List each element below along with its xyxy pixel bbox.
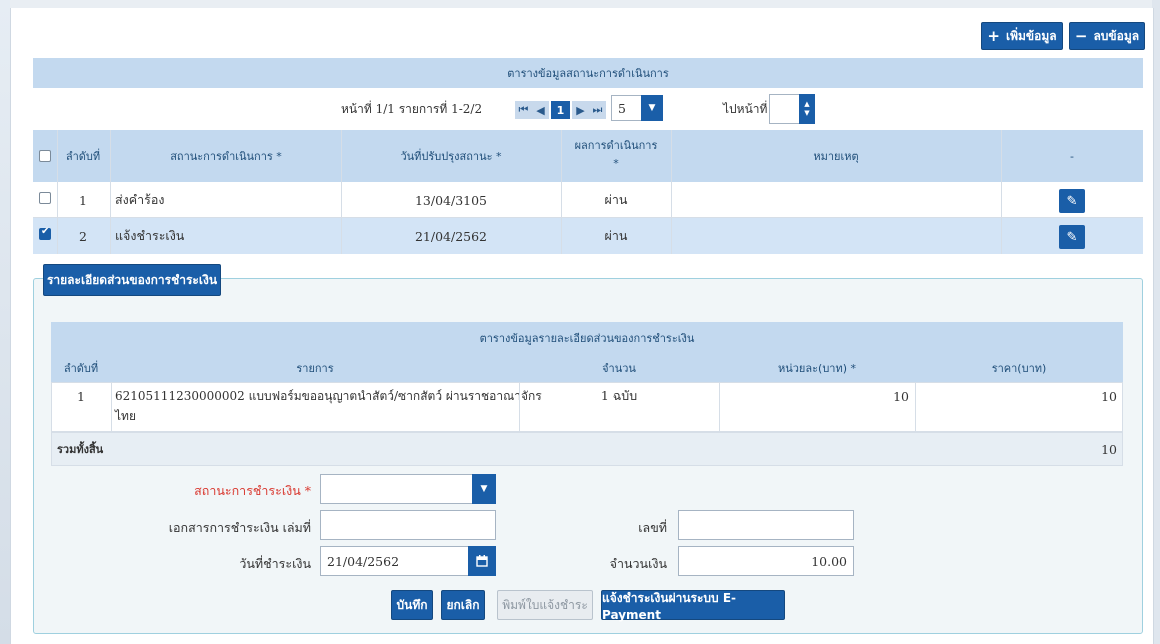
col-header-status: สถานะการดำเนินการ * [170,150,282,163]
total-value: 10 [1101,441,1117,457]
pay-row-price: 10 [1101,388,1117,404]
left-background-strip [0,0,10,644]
doc-book-label: เอกสารการชำระเงิน เล่มที่ [168,520,311,535]
grid-line [111,382,112,432]
row-checkbox[interactable] [39,192,51,204]
prev-page-button[interactable]: ◀ [532,101,549,119]
grid-line [671,130,672,254]
col-header-result: ผลการดำเนินการ [574,139,658,152]
payment-table-title: ตารางข้อมูลรายละเอียดส่วนของการชำระเงิน [51,322,1123,354]
payment-date-input[interactable]: 21/04/2562 [320,546,496,576]
plus-icon: + [987,27,1000,45]
check-icon: ✔ [41,226,50,237]
first-page-button[interactable]: ⏮ [515,101,532,119]
epayment-button[interactable]: แจ้งชำระเงินผ่านระบบ E-Payment [601,590,785,622]
edit-button[interactable]: ✎ [1059,189,1085,213]
save-button[interactable]: บันทึก [391,590,433,620]
grid-line [519,382,520,432]
spinner-icon: ▲ ▼ [799,94,815,124]
pay-col-price: ราคา(บาท) [991,362,1047,375]
pay-col-item: รายการ [296,362,334,375]
cancel-button[interactable]: ยกเลิก [441,590,485,620]
doc-book-input[interactable] [320,510,496,540]
row-date: 13/04/3105 [414,192,488,208]
doc-number-label: เลขที่ [638,520,667,535]
row-no: 1 [79,192,87,208]
grid-line [341,130,342,254]
total-label: รวมทั้งสิ้น [57,443,104,456]
pay-col-no: ลำดับที่ [63,362,99,375]
payment-date-label: วันที่ชำระเงิน [239,556,311,571]
payment-status-label: สถานะการชำระเงิน * [194,483,311,498]
grid-line [719,382,720,432]
chevron-down-icon: ▼ [641,95,663,121]
doc-number-input[interactable] [678,510,854,540]
page-size-select[interactable]: 5 ▼ [611,95,663,121]
row-status: แจ้งชำระเงิน [115,228,185,243]
goto-page-label: ไปหน้าที่ [723,101,768,116]
col-header-date: วันที่ปรับปรุงสถานะ * [400,150,502,163]
row-date: 21/04/2562 [414,228,488,244]
delete-data-label: ลบข้อมูล [1093,28,1140,43]
row-no: 2 [79,228,87,244]
next-page-button[interactable]: ▶ [572,101,589,119]
payment-status-select[interactable]: ▼ [320,474,496,504]
pay-col-qty: จำนวน [602,362,636,375]
minus-icon: − [1074,27,1088,45]
row-note [675,218,995,254]
print-invoice-button[interactable]: พิมพ์ใบแจ้งชำระ [497,590,593,620]
goto-page-input[interactable]: ▲ ▼ [769,94,815,124]
pencil-icon: ✎ [1066,229,1078,245]
row-checkbox-checked[interactable]: ✔ [39,226,51,240]
pay-row-no: 1 [77,388,85,404]
delete-data-button[interactable]: − ลบข้อมูล [1069,22,1145,50]
grid-line [561,130,562,254]
select-all-checkbox[interactable] [39,150,51,162]
page-info: หน้าที่ 1/1 รายการที่ 1-2/2 [341,101,483,116]
col-header-no: ลำดับที่ [65,150,101,163]
amount-value: 10.00 [811,553,847,569]
col-header-note: หมายเหตุ [813,150,859,163]
payment-details-tab-label: รายละเอียดส่วนของการชำระเงิน [46,272,218,287]
grid-line [57,130,58,254]
add-data-label: เพิ่มข้อมูล [1005,28,1057,43]
pay-row-item-line2: ไทย [115,408,136,423]
status-table-title: ตารางข้อมูลสถานะการดำเนินการ [33,58,1143,88]
last-page-button[interactable]: ⏭ [589,101,606,119]
total-row [51,432,1123,466]
row-note [675,182,995,218]
amount-label: จำนวนเงิน [609,556,667,571]
row-result: ผ่าน [604,228,628,243]
calendar-icon[interactable] [468,546,496,576]
current-page-indicator[interactable]: 1 [551,101,570,119]
pay-row-item-line1: 62105111230000002 แบบฟอร์มขออนุญาตนำสัตว… [115,388,542,403]
grid-line [110,130,111,254]
grid-line [915,382,916,432]
col-header-result-required: * [613,156,619,170]
pay-row-qty: 1 ฉบับ [600,388,638,403]
pencil-icon: ✎ [1066,193,1078,209]
row-result: ผ่าน [604,192,628,207]
payment-details-tab[interactable]: รายละเอียดส่วนของการชำระเงิน [43,264,221,296]
pay-row-unit-price: 10 [893,388,909,404]
add-data-button[interactable]: + เพิ่มข้อมูล [981,22,1063,50]
main-panel: + เพิ่มข้อมูล − ลบข้อมูล ตารางข้อมูลสถาน… [10,8,1154,644]
col-header-action: - [1070,149,1074,163]
amount-input[interactable]: 10.00 [678,546,854,576]
payment-date-value: 21/04/2562 [327,553,400,569]
pay-col-unit-price: หน่วยละ(บาท) * [777,362,857,375]
grid-line [1001,130,1002,254]
page-size-value: 5 [618,100,626,116]
edit-button[interactable]: ✎ [1059,225,1085,249]
chevron-down-icon: ▼ [472,474,496,504]
row-status: ส่งคำร้อง [115,192,165,207]
